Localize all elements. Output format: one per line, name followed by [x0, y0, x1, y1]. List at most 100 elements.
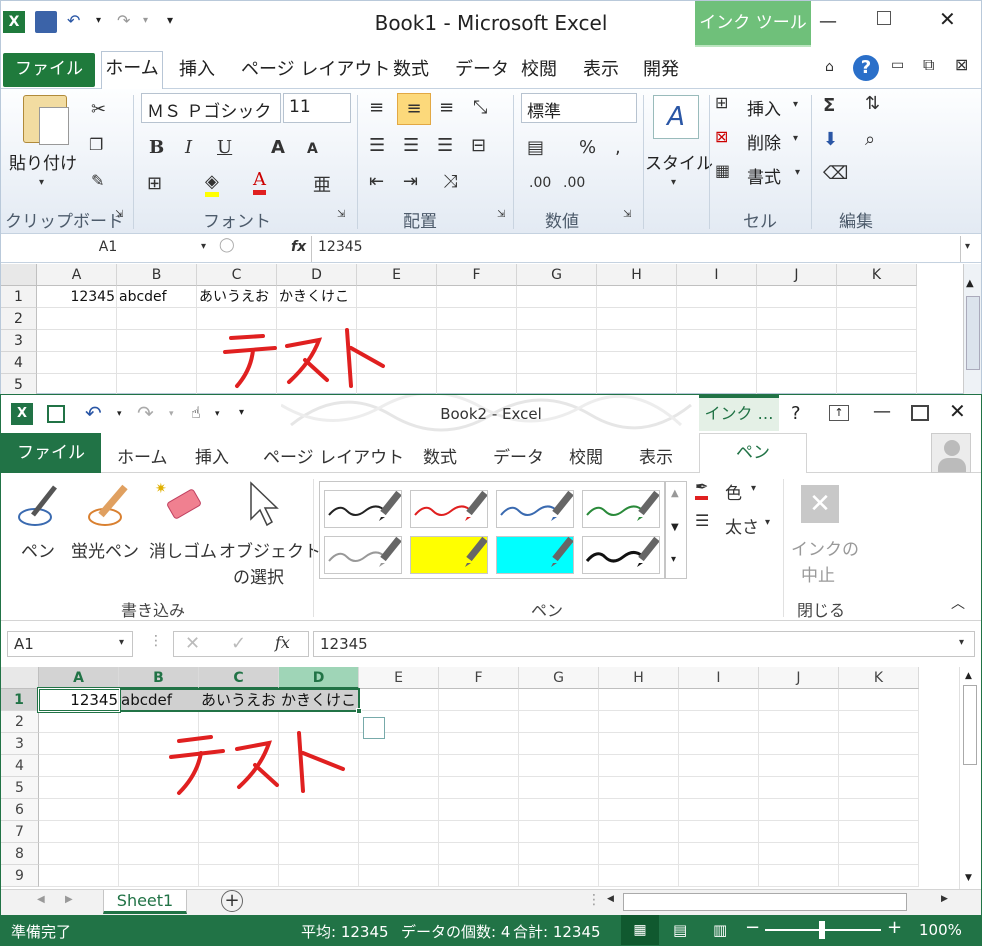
align-top-icon[interactable]: ≡ [369, 97, 384, 118]
eraser-icon[interactable]: ✷ [155, 479, 205, 529]
percent-style-icon[interactable]: % [579, 137, 596, 158]
color-dropdown-icon[interactable]: ▾ [751, 483, 756, 494]
column-header-a[interactable]: A [39, 667, 119, 689]
scroll-up-icon[interactable]: ▲ [966, 278, 974, 289]
tab-review[interactable]: 校閲 [521, 55, 557, 81]
pen-black-thick-swatch[interactable] [582, 536, 660, 574]
format-painter-icon[interactable]: ✎ [91, 171, 104, 190]
maximize-icon[interactable] [877, 11, 891, 25]
name-box-dropdown-icon[interactable]: ▾ [119, 637, 124, 648]
zoom-level[interactable]: 100% [919, 921, 962, 939]
font-size-box[interactable]: 11 [283, 93, 351, 123]
decrease-decimal-icon[interactable]: .00 [563, 175, 585, 191]
select-all-corner[interactable] [1, 264, 37, 286]
column-header-b[interactable]: B [117, 264, 197, 286]
column-header-a[interactable]: A [37, 264, 117, 286]
pen-tool-button[interactable]: ペン [21, 537, 55, 562]
pen-icon[interactable] [15, 483, 61, 529]
stop-inking-icon[interactable]: ✕ [801, 485, 839, 523]
find-select-icon[interactable]: ⌕ [865, 129, 875, 150]
highlighter-cyan-swatch[interactable] [496, 536, 574, 574]
thickness-icon[interactable]: ☰ [695, 511, 709, 530]
sort-filter-icon[interactable]: ⇅ [865, 93, 880, 114]
insert-dropdown-icon[interactable]: ▾ [793, 99, 798, 110]
tab-view[interactable]: 表示 [639, 443, 673, 468]
window-close-icon[interactable]: ⊠ [955, 55, 968, 74]
sheet-next-icon[interactable]: ▶ [65, 894, 73, 905]
increase-indent-icon[interactable]: ⇥ [403, 171, 418, 192]
gallery-up-icon[interactable]: ▲ [671, 488, 679, 499]
scroll-thumb[interactable] [966, 296, 980, 370]
ink-tools-context[interactable]: インク … [699, 395, 779, 431]
cell-c1[interactable]: あいうえお [199, 286, 275, 308]
alignment-launcher-icon[interactable]: ⇲ [497, 209, 505, 220]
paste-button[interactable]: 貼り付け [9, 149, 77, 174]
underline-button[interactable]: U [217, 137, 232, 158]
confirm-entry-icon[interactable]: ✓ [231, 633, 246, 654]
format-cells-button[interactable]: 書式 [747, 163, 781, 188]
align-left-icon[interactable]: ☰ [369, 135, 385, 156]
fill-handle[interactable] [356, 708, 362, 714]
hscroll-right-icon[interactable]: ▶ [941, 894, 948, 904]
cut-icon[interactable]: ✂ [91, 99, 106, 120]
phonetic-guide-icon[interactable]: 亜 [313, 171, 331, 197]
highlighter-tool-button[interactable]: 蛍光ペン [71, 537, 139, 562]
font-color-icon[interactable]: A [253, 169, 266, 195]
shrink-font-icon[interactable]: A [307, 141, 318, 157]
clear-icon[interactable]: ⌫ [823, 163, 848, 184]
tab-data[interactable]: データ [455, 55, 509, 81]
row-header-5[interactable]: 5 [1, 777, 39, 799]
column-header-i[interactable]: I [679, 667, 759, 689]
autosum-icon[interactable]: Σ [823, 95, 835, 116]
row-header-1[interactable]: 1 [1, 286, 37, 308]
tab-developer[interactable]: 開発 [643, 55, 679, 81]
column-header-c[interactable]: C [199, 667, 279, 689]
expand-formula-icon[interactable]: ▾ [959, 637, 964, 648]
tab-file[interactable]: ファイル [1, 433, 101, 473]
book1-vertical-scrollbar[interactable]: ▲ [963, 264, 981, 394]
tab-file[interactable]: ファイル [3, 53, 95, 87]
zoom-slider-thumb[interactable] [819, 921, 825, 939]
scroll-up-icon[interactable]: ▲ [965, 671, 972, 681]
horizontal-scroll-thumb[interactable] [623, 893, 907, 911]
highlighter-icon[interactable] [85, 483, 131, 529]
merge-center-icon[interactable]: ⊟ [471, 135, 486, 156]
fill-color-icon[interactable]: ◈ [205, 171, 219, 197]
expand-formula-icon[interactable]: ▾ [965, 241, 970, 252]
format-cells-icon[interactable]: ▦ [715, 161, 730, 180]
help-icon[interactable]: ? [853, 55, 879, 81]
tab-page-layout[interactable]: ページ レイアウト [263, 443, 404, 468]
tab-review[interactable]: 校閲 [569, 443, 603, 468]
styles-icon[interactable]: A [653, 95, 699, 139]
quick-analysis-icon[interactable] [363, 717, 385, 739]
close-icon[interactable]: ✕ [939, 7, 956, 31]
maximize-icon[interactable] [911, 405, 929, 421]
sheet-tab-sheet1[interactable]: Sheet1 [103, 890, 187, 914]
stop-inking-button-line2[interactable]: 中止 [801, 561, 835, 586]
pen-gallery-scroll[interactable]: ▲ ▼ ▾ [665, 481, 687, 579]
column-header-f[interactable]: F [437, 264, 517, 286]
tab-formulas[interactable]: 数式 [423, 443, 457, 468]
minimize-icon[interactable]: — [819, 11, 837, 32]
eraser-tool-button[interactable]: 消しゴム [149, 537, 217, 562]
page-break-view-icon[interactable]: ▥ [713, 921, 727, 939]
ribbon-display-icon[interactable]: ↑ [829, 405, 849, 421]
font-name-box[interactable]: ＭＳ Ｐゴシック [141, 93, 281, 123]
font-launcher-icon[interactable]: ⇲ [337, 209, 345, 220]
pen-blue-swatch[interactable] [496, 490, 574, 528]
formula-input[interactable]: 12345 [311, 236, 961, 262]
insert-function-icon[interactable]: fx [291, 239, 306, 255]
page-layout-view-icon[interactable]: ▤ [673, 921, 687, 939]
insert-cells-icon[interactable]: ⊞ [715, 93, 728, 112]
row-header-4[interactable]: 4 [1, 755, 39, 777]
tab-home[interactable]: ホーム [117, 443, 168, 468]
select-all-corner[interactable] [1, 667, 39, 689]
pen-thickness-button[interactable]: 太さ [725, 513, 759, 538]
help-icon[interactable]: ? [791, 403, 801, 424]
decrease-indent-icon[interactable]: ⇤ [369, 171, 384, 192]
column-header-k[interactable]: K [837, 264, 917, 286]
row-header-2[interactable]: 2 [1, 711, 39, 733]
column-header-d[interactable]: D [277, 264, 357, 286]
column-header-j[interactable]: J [759, 667, 839, 689]
bold-button[interactable]: B [149, 137, 164, 158]
